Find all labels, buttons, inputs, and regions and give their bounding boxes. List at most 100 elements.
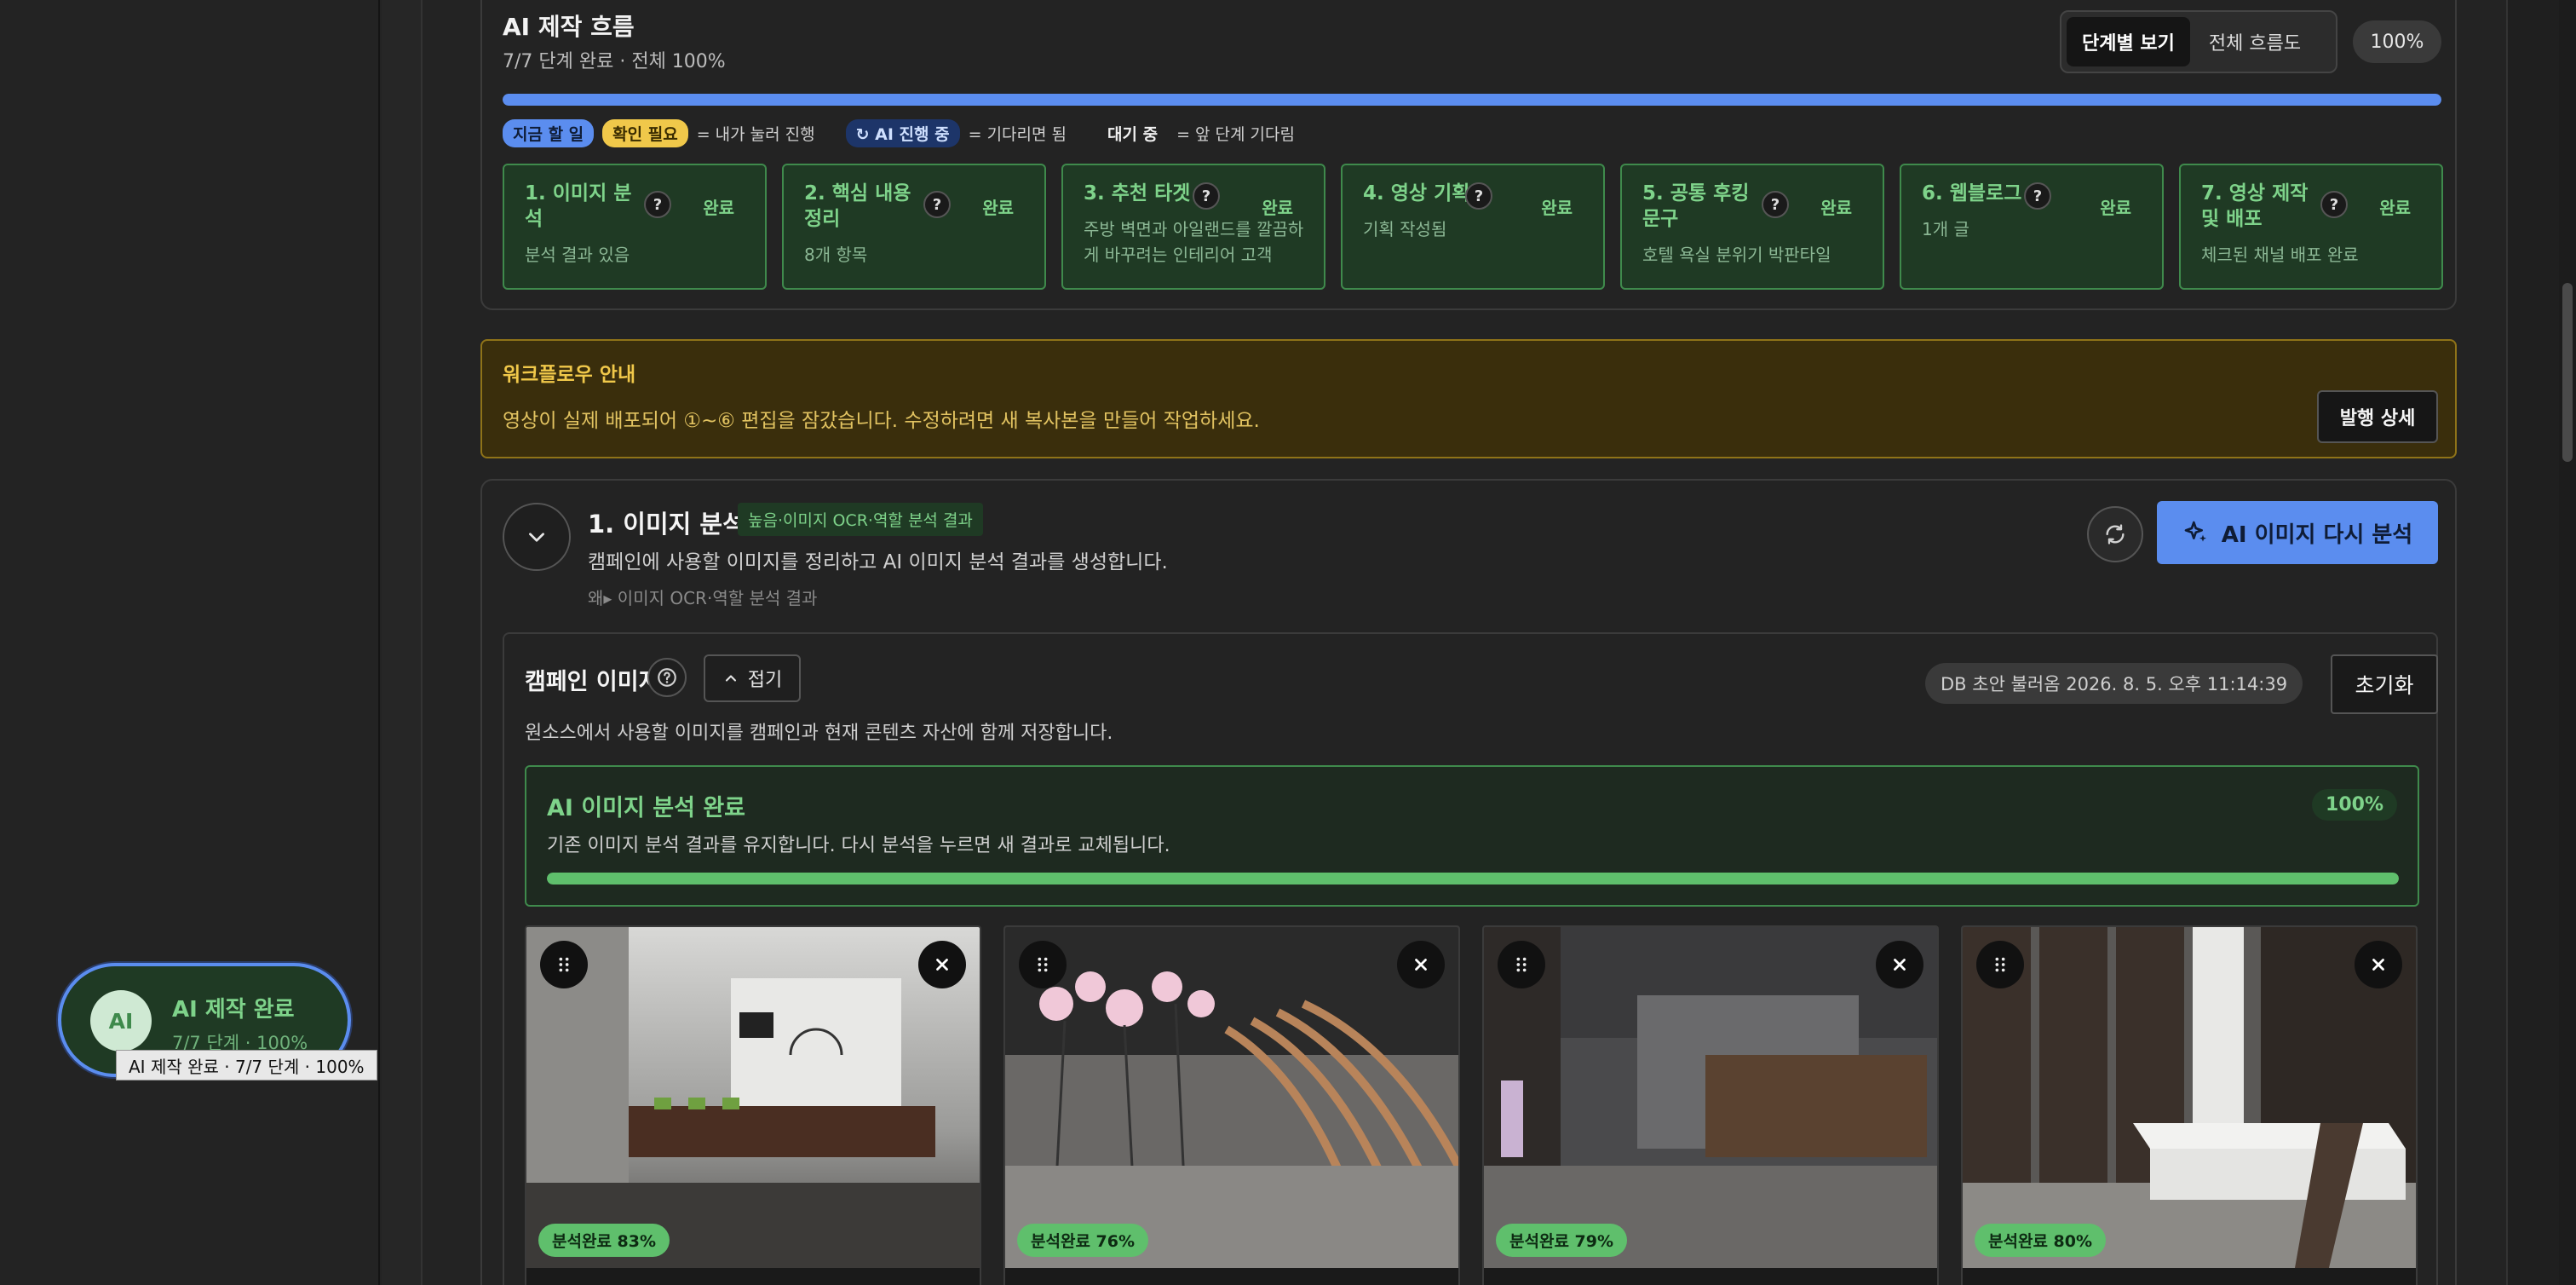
view-all-button[interactable]: 전체 흐름도 xyxy=(2194,17,2316,66)
legend-wait-badge: 대기 중 xyxy=(1107,125,1159,144)
close-icon[interactable] xyxy=(1397,941,1445,988)
analysis-complete-percent: 100% xyxy=(2312,789,2397,821)
close-icon[interactable] xyxy=(1876,941,1923,988)
notice-title: 워크플로우 안내 xyxy=(503,364,636,386)
scrollbar-thumb[interactable] xyxy=(2562,283,2573,462)
refresh-icon[interactable] xyxy=(2087,506,2143,562)
step-status: 완료 xyxy=(2379,198,2411,218)
fold-button[interactable]: 접기 xyxy=(704,654,801,702)
workflow-progress-track xyxy=(503,94,2441,106)
campaign-image-card[interactable]: 분석완료 83% xyxy=(525,925,981,1285)
legend-now-badge: 지금 할 일 xyxy=(503,119,595,147)
campaign-image-card[interactable]: 분석완료 79% xyxy=(1482,925,1939,1285)
legend-ai-note: = 기다리면 됨 xyxy=(968,125,1067,144)
drag-handle-icon[interactable] xyxy=(1019,941,1067,988)
step-title: 6. 웹블로그 xyxy=(1922,182,2022,205)
reanalyze-label: AI 이미지 다시 분석 xyxy=(2221,521,2413,548)
legend-wait-note: = 앞 단계 기다림 xyxy=(1176,125,1295,144)
analysis-progress-track xyxy=(547,873,2399,885)
step-status: 완료 xyxy=(1262,198,1293,218)
step-desc: 분석 결과 있음 xyxy=(525,245,630,265)
campaign-images-desc: 원소스에서 사용할 이미지를 캠페인과 현재 콘텐츠 자산에 함께 저장합니다. xyxy=(525,723,1113,744)
question-icon[interactable]: ? xyxy=(923,191,951,218)
step-desc: 체크된 채널 배포 완료 xyxy=(2201,245,2359,265)
step-list: 1. 이미지 분석 ? 완료 분석 결과 있음 2. 핵심 내용 정리 ? 완료… xyxy=(503,164,2443,290)
workflow-subtitle: 7/7 단계 완료 · 전체 100% xyxy=(503,51,726,72)
analysis-score-badge: 분석완료 80% xyxy=(1975,1224,2107,1257)
workflow-title: AI 제작 흐름 xyxy=(503,13,635,41)
analysis-complete-title: AI 이미지 분석 완료 xyxy=(547,795,746,821)
close-icon[interactable] xyxy=(2355,941,2402,988)
step-title: 7. 영상 제작 및 배포 xyxy=(2201,182,2309,230)
step-status: 완료 xyxy=(1541,198,1573,218)
sparkle-icon xyxy=(2184,521,2206,542)
fold-label: 접기 xyxy=(747,670,783,691)
drag-handle-icon[interactable] xyxy=(540,941,588,988)
step-status: 완료 xyxy=(2100,198,2131,218)
drag-handle-icon[interactable] xyxy=(1498,941,1545,988)
legend-check-badge: 확인 필요 xyxy=(602,119,688,147)
ai-widget-tooltip: AI 제작 완료 · 7/7 단계 · 100% xyxy=(116,1050,377,1080)
step-card-7[interactable]: 7. 영상 제작 및 배포 ? 완료 체크된 채널 배포 완료 xyxy=(2179,164,2443,290)
publish-detail-button[interactable]: 발행 상세 xyxy=(2317,390,2438,443)
analysis-score-badge: 분석완료 79% xyxy=(1496,1224,1628,1257)
question-icon[interactable] xyxy=(647,658,687,697)
view-step-button[interactable]: 단계별 보기 xyxy=(2067,17,2190,66)
ai-avatar: AI xyxy=(90,990,152,1052)
workflow-percent: 100% xyxy=(2353,20,2441,63)
step-status: 완료 xyxy=(703,198,734,218)
step-status: 완료 xyxy=(982,198,1014,218)
analysis-score-badge: 분석완료 83% xyxy=(538,1224,670,1257)
campaign-image xyxy=(526,927,980,1268)
step-title: 3. 추천 타겟 xyxy=(1084,182,1191,205)
step-card-1[interactable]: 1. 이미지 분석 ? 완료 분석 결과 있음 xyxy=(503,164,767,290)
campaign-image-card[interactable]: 분석완료 76% xyxy=(1003,925,1460,1285)
question-icon[interactable]: ? xyxy=(1465,182,1492,210)
main-content: AI 제작 흐름 7/7 단계 완료 · 전체 100% 단계별 보기 전체 흐… xyxy=(423,0,2506,1285)
chevron-down-icon[interactable] xyxy=(503,503,571,571)
step-title: 5. 공통 후킹 문구 xyxy=(1642,182,1750,230)
campaign-images-title: 캠페인 이미지 xyxy=(525,669,660,695)
reset-button[interactable]: 초기화 xyxy=(2331,654,2438,714)
drag-handle-icon[interactable] xyxy=(1976,941,2024,988)
step-title: 2. 핵심 내용 정리 xyxy=(804,182,911,230)
close-icon[interactable] xyxy=(918,941,966,988)
campaign-image-grid: 분석완료 83% 분석완료 76% 분석완료 79% 분석완료 80% xyxy=(525,925,2418,1285)
analysis-score-badge: 분석완료 76% xyxy=(1017,1224,1149,1257)
status-legend: 지금 할 일 확인 필요 = 내가 눌러 진행 ↻ AI 진행 중 = 기다리면… xyxy=(503,119,1295,147)
ai-reanalyze-button[interactable]: AI 이미지 다시 분석 xyxy=(2157,501,2438,564)
step-card-5[interactable]: 5. 공통 후킹 문구 ? 완료 호텔 욕실 분위기 박판타일 xyxy=(1620,164,1884,290)
step-title: 1. 이미지 분석 xyxy=(525,182,632,230)
step-title: 4. 영상 기획 xyxy=(1363,182,1470,205)
analysis-progress-fill xyxy=(547,873,2399,885)
db-status-badge: DB 초안 불러옴 2026. 8. 5. 오후 11:14:39 xyxy=(1925,663,2303,704)
step-desc: 호텔 욕실 분위기 박판타일 xyxy=(1642,245,1831,265)
step-card-3[interactable]: 3. 추천 타겟 ? 완료 주방 벽면과 아일랜드를 깔끔하게 바꾸려는 인테리… xyxy=(1061,164,1325,290)
question-icon[interactable]: ? xyxy=(644,191,671,218)
notice-text: 영상이 실제 배포되어 ①~⑥ 편집을 잠갔습니다. 수정하려면 새 복사본을 … xyxy=(503,410,1260,432)
question-icon[interactable]: ? xyxy=(2024,182,2051,210)
workflow-card: AI 제작 흐름 7/7 단계 완료 · 전체 100% 단계별 보기 전체 흐… xyxy=(480,0,2457,310)
section-title: 1. 이미지 분석 xyxy=(588,510,745,539)
workflow-progress-fill xyxy=(503,94,2441,106)
step-desc: 8개 항목 xyxy=(804,245,868,265)
section-why-toggle[interactable]: 왜▸ 이미지 OCR·역할 분석 결과 xyxy=(588,585,817,609)
question-icon[interactable]: ? xyxy=(1762,191,1789,218)
campaign-image-card[interactable]: 분석완료 80% xyxy=(1961,925,2418,1285)
step-desc: 기획 작성됨 xyxy=(1363,219,1447,239)
workflow-notice: 워크플로우 안내 영상이 실제 배포되어 ①~⑥ 편집을 잠갔습니다. 수정하려… xyxy=(480,339,2457,458)
analysis-complete-desc: 기존 이미지 분석 결과를 유지합니다. 다시 분석을 누르면 새 결과로 교체… xyxy=(547,835,1170,856)
step-desc: 주방 벽면과 아일랜드를 깔끔하게 바꾸려는 인테리어 고객 xyxy=(1084,219,1304,265)
analysis-complete-box: AI 이미지 분석 완료 기존 이미지 분석 결과를 유지합니다. 다시 분석을… xyxy=(525,765,2419,907)
step-card-2[interactable]: 2. 핵심 내용 정리 ? 완료 8개 항목 xyxy=(782,164,1046,290)
view-toggle: 단계별 보기 전체 흐름도 xyxy=(2060,10,2337,73)
legend-mine-note: = 내가 눌러 진행 xyxy=(696,125,815,144)
question-icon[interactable]: ? xyxy=(1193,182,1220,210)
step-card-6[interactable]: 6. 웹블로그 ? 완료 1개 글 xyxy=(1900,164,2164,290)
step-card-4[interactable]: 4. 영상 기획 ? 완료 기획 작성됨 xyxy=(1341,164,1605,290)
legend-ai-badge: ↻ AI 진행 중 xyxy=(845,119,960,147)
campaign-image xyxy=(1963,927,2416,1268)
campaign-image xyxy=(1484,927,1937,1268)
scrollbar-track[interactable] xyxy=(2559,0,2576,1285)
question-icon[interactable]: ? xyxy=(2320,191,2348,218)
